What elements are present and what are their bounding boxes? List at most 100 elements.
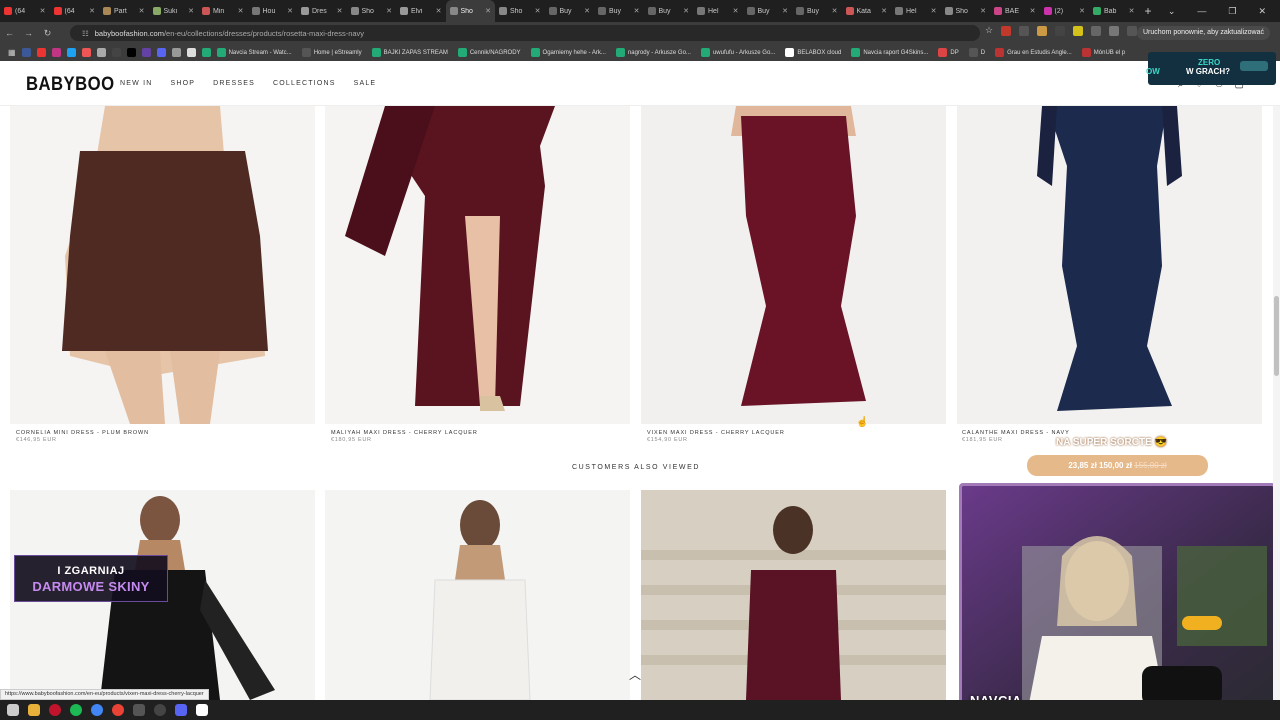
- scrollbar-thumb[interactable]: [1274, 296, 1279, 376]
- bookmark-icon[interactable]: [96, 48, 106, 57]
- bookmark-item[interactable]: nagrody - Arkusze Go...: [615, 48, 691, 57]
- browser-tab[interactable]: Hel ✕: [693, 0, 743, 22]
- discord-icon[interactable]: [175, 704, 187, 716]
- browser-tab[interactable]: (64 ✕: [50, 0, 100, 22]
- new-tab-icon[interactable]: +: [1139, 4, 1158, 18]
- chrome-icon[interactable]: [112, 704, 124, 716]
- nav-new-in[interactable]: NEW IN: [120, 80, 152, 87]
- close-tab-icon[interactable]: ✕: [683, 7, 689, 15]
- nav-dresses[interactable]: DRESSES: [213, 80, 255, 87]
- product-name[interactable]: CORNELIA MINI DRESS - PLUM BROWN: [16, 430, 149, 436]
- minimize-icon[interactable]: —: [1197, 6, 1206, 16]
- extension-icon[interactable]: [1055, 25, 1066, 36]
- browser-tab[interactable]: Buy ✕: [792, 0, 842, 22]
- browser-tab[interactable]: Hou ✕: [248, 0, 298, 22]
- close-tab-icon[interactable]: ✕: [1079, 7, 1085, 15]
- bookmark-icon[interactable]: [171, 48, 181, 57]
- nav-collections[interactable]: COLLECTIONS: [273, 80, 336, 87]
- bookmark-item[interactable]: Grau en Estudis Angle...: [995, 48, 1072, 57]
- browser-tab[interactable]: Buy ✕: [743, 0, 793, 22]
- product-card[interactable]: [641, 106, 946, 424]
- extension-icon[interactable]: [1037, 25, 1048, 36]
- close-tab-icon[interactable]: ✕: [287, 7, 293, 15]
- site-logo[interactable]: BABYBOO: [26, 74, 115, 96]
- extension-icon[interactable]: [1019, 25, 1030, 36]
- close-tab-icon[interactable]: ✕: [40, 7, 46, 15]
- bookmark-item[interactable]: Ogarniemy hehe - Ark...: [530, 48, 606, 57]
- browser-tab[interactable]: BAE ✕: [990, 0, 1040, 22]
- close-tab-icon[interactable]: ✕: [436, 7, 442, 15]
- product-name[interactable]: CALANTHE MAXI DRESS - NAVY: [962, 430, 1070, 436]
- product-card[interactable]: [325, 490, 630, 700]
- browser-tab[interactable]: Buy ✕: [545, 0, 595, 22]
- chrome-icon[interactable]: [91, 704, 103, 716]
- extension-icon[interactable]: [1091, 25, 1102, 36]
- extension-icon[interactable]: [1073, 25, 1084, 36]
- bookmark-star-icon[interactable]: ☆: [985, 25, 993, 36]
- close-tab-icon[interactable]: ✕: [337, 7, 343, 15]
- puzzle-icon[interactable]: [1109, 25, 1120, 36]
- close-tab-icon[interactable]: ✕: [634, 7, 640, 15]
- close-tab-icon[interactable]: ✕: [584, 7, 590, 15]
- bookmark-icon[interactable]: [156, 48, 166, 57]
- browser-tab[interactable]: Elvi ✕: [396, 0, 446, 22]
- browser-tab[interactable]: Sho ✕: [347, 0, 397, 22]
- bookmark-icon[interactable]: [141, 48, 151, 57]
- product-name[interactable]: MALIYAH MAXI DRESS - CHERRY LACQUER: [331, 430, 478, 436]
- bookmark-item[interactable]: DP: [938, 48, 959, 57]
- reload-icon[interactable]: ↻: [38, 28, 57, 39]
- close-tab-icon[interactable]: ✕: [782, 7, 788, 15]
- update-button[interactable]: Uruchom ponownie, aby zaktualizować: [1136, 26, 1270, 40]
- opera-icon[interactable]: [49, 704, 61, 716]
- windows-start-icon[interactable]: [7, 704, 19, 716]
- close-tab-icon[interactable]: ✕: [1129, 7, 1135, 15]
- browser-tab[interactable]: (2) ✕: [1040, 0, 1090, 22]
- nav-shop[interactable]: SHOP: [170, 80, 195, 87]
- app-icon[interactable]: [196, 704, 208, 716]
- close-tab-icon[interactable]: ✕: [535, 7, 541, 15]
- extension-icon[interactable]: [1001, 25, 1012, 36]
- bookmark-item[interactable]: Navcia Stream - Watc...: [216, 48, 292, 57]
- close-tab-icon[interactable]: ✕: [238, 7, 244, 15]
- browser-tab[interactable]: Part ✕: [99, 0, 149, 22]
- bookmark-item[interactable]: Cennik/NAGRODY: [457, 48, 521, 57]
- product-card[interactable]: [957, 106, 1262, 424]
- bookmark-icon[interactable]: [81, 48, 91, 57]
- file-explorer-icon[interactable]: [28, 704, 40, 716]
- close-tab-icon[interactable]: ✕: [485, 7, 491, 15]
- bookmark-item[interactable]: Home | eStreamly: [301, 48, 362, 57]
- close-tab-icon[interactable]: ✕: [1030, 7, 1036, 15]
- browser-tab[interactable]: Buy ✕: [594, 0, 644, 22]
- back-icon[interactable]: ←: [0, 28, 19, 38]
- bookmark-icon[interactable]: [21, 48, 31, 57]
- close-window-icon[interactable]: ✕: [1258, 6, 1266, 17]
- url-bar[interactable]: ☷ babyboofashion.com/en-eu/collections/d…: [70, 25, 980, 41]
- bookmark-icon[interactable]: [36, 48, 46, 57]
- close-tab-icon[interactable]: ✕: [386, 7, 392, 15]
- browser-tab[interactable]: Sho ✕: [941, 0, 991, 22]
- bookmark-item[interactable]: D: [968, 48, 985, 57]
- product-name[interactable]: VIXEN MAXI DRESS - CHERRY LACQUER: [647, 430, 785, 436]
- close-tab-icon[interactable]: ✕: [89, 7, 95, 15]
- browser-tab[interactable]: Dres ✕: [297, 0, 347, 22]
- bookmark-item[interactable]: BELABOX cloud: [785, 48, 841, 57]
- browser-tab[interactable]: Sho ✕: [495, 0, 545, 22]
- bookmark-icon[interactable]: [186, 48, 196, 57]
- app-icon[interactable]: [133, 704, 145, 716]
- product-card[interactable]: [10, 106, 315, 424]
- browser-tab[interactable]: Buy ✕: [644, 0, 694, 22]
- spotify-icon[interactable]: [70, 704, 82, 716]
- bookmark-icon[interactable]: [66, 48, 76, 57]
- browser-tab[interactable]: (64 ✕: [0, 0, 50, 22]
- forward-icon[interactable]: →: [19, 28, 38, 38]
- close-tab-icon[interactable]: ✕: [733, 7, 739, 15]
- obs-icon[interactable]: [154, 704, 166, 716]
- bookmark-icon[interactable]: [51, 48, 61, 57]
- close-tab-icon[interactable]: ✕: [832, 7, 838, 15]
- apps-icon[interactable]: ▦: [8, 48, 16, 57]
- bookmark-icon[interactable]: [126, 48, 136, 57]
- close-tab-icon[interactable]: ✕: [931, 7, 937, 15]
- maximize-icon[interactable]: ❐: [1228, 6, 1236, 17]
- browser-tab[interactable]: Hel ✕: [891, 0, 941, 22]
- browser-tab[interactable]: Min ✕: [198, 0, 248, 22]
